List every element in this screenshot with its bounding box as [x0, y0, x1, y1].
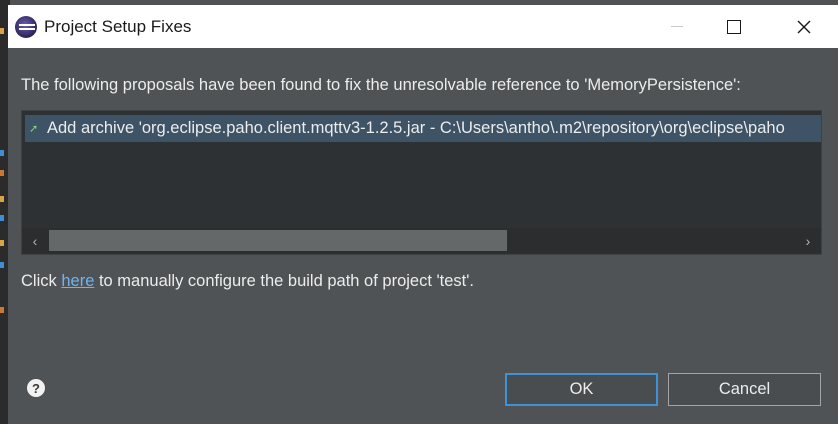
proposal-label: Add archive 'org.eclipse.paho.client.mqt…: [47, 119, 785, 137]
proposals-list[interactable]: ➚ Add archive 'org.eclipse.paho.client.m…: [21, 110, 822, 255]
maximize-button[interactable]: [711, 5, 757, 48]
add-archive-icon: ➚: [29, 123, 39, 135]
background-marker: [0, 307, 4, 313]
background-marker: [0, 196, 4, 202]
proposals-message: The following proposals have been found …: [21, 76, 741, 94]
configure-build-path-link[interactable]: here: [61, 272, 94, 290]
horizontal-scrollbar[interactable]: ‹ ›: [22, 228, 821, 253]
close-button[interactable]: [781, 5, 827, 48]
eclipse-icon: [15, 15, 37, 38]
dialog-body: The following proposals have been found …: [8, 48, 838, 424]
window-title: Project Setup Fixes: [44, 16, 192, 36]
scrollbar-thumb[interactable]: [49, 230, 507, 251]
build-path-prefix: Click: [21, 272, 62, 290]
ok-button[interactable]: OK: [505, 373, 658, 406]
background-marker: [0, 150, 4, 156]
cancel-button[interactable]: Cancel: [668, 373, 821, 406]
minimize-icon: [671, 26, 683, 27]
background-marker: [0, 28, 4, 34]
minimize-button[interactable]: [654, 5, 700, 48]
chevron-right-icon[interactable]: ›: [795, 228, 821, 253]
background-marker: [0, 215, 4, 221]
maximize-icon: [727, 19, 741, 34]
help-icon[interactable]: ?: [27, 379, 45, 397]
background-marker: [0, 262, 4, 268]
build-path-text: Click here to manually configure the bui…: [21, 272, 474, 291]
background-marker: [0, 170, 4, 176]
title-bar[interactable]: Project Setup Fixes: [8, 5, 838, 48]
close-icon: [797, 20, 811, 33]
proposal-item[interactable]: ➚ Add archive 'org.eclipse.paho.client.m…: [25, 115, 821, 142]
background-marker: [0, 240, 4, 246]
build-path-suffix: to manually configure the build path of …: [94, 272, 474, 290]
chevron-left-icon[interactable]: ‹: [22, 228, 48, 253]
